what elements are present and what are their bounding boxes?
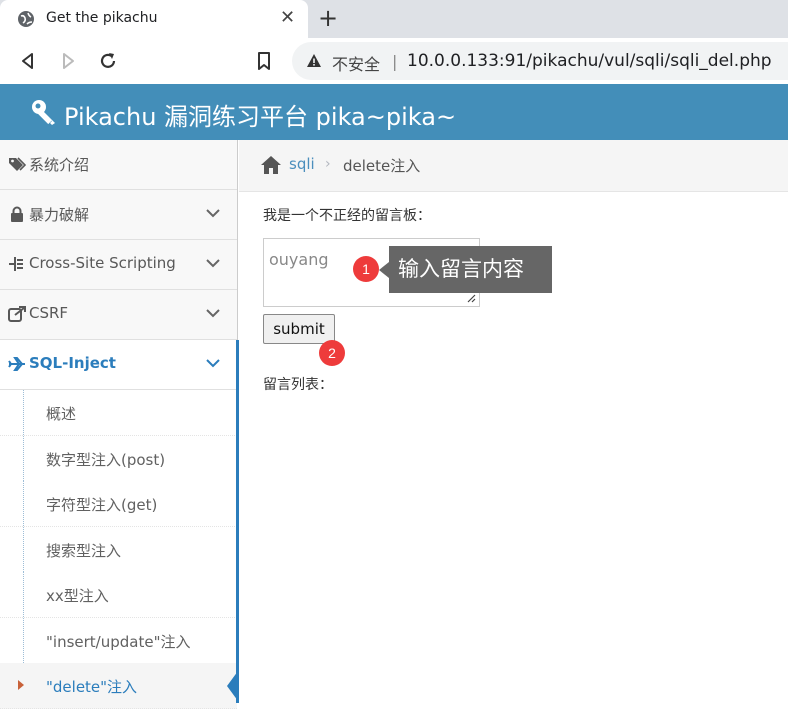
submenu-item-xx[interactable]: xx型注入	[0, 572, 237, 618]
tags-icon	[9, 157, 26, 171]
tab-title: Get the pikachu	[46, 10, 158, 26]
site-title[interactable]: Pikachu 漏洞练习平台 pika~pika~	[64, 97, 456, 132]
tree-line	[23, 436, 24, 481]
caret-right-icon	[18, 680, 24, 690]
sidebar-item-intro[interactable]: 系统介绍	[0, 140, 237, 190]
browser-tab[interactable]: Get the pikachu ✕	[0, 0, 308, 38]
bookmark-icon[interactable]	[253, 50, 275, 72]
step-badge-1: 1	[353, 256, 379, 282]
submenu-item-numeric-post[interactable]: 数字型注入(post)	[0, 436, 237, 482]
url-text[interactable]: 10.0.0.133:91/pikachu/vul/sqli/sqli_del.…	[407, 51, 772, 71]
submenu-item-search[interactable]: 搜索型注入	[0, 527, 237, 573]
submenu-rail	[236, 340, 239, 703]
sidebar-item-sqli[interactable]: SQL-Inject	[0, 340, 237, 390]
sidebar-item-label: SQL-Inject	[29, 354, 116, 372]
sidebar-item-csrf[interactable]: CSRF	[0, 290, 237, 340]
sidebar: 系统介绍 暴力破解 Cross-Site Scripting CSRF SQL-…	[0, 140, 239, 709]
submenu-item-overview[interactable]: 概述	[0, 390, 237, 436]
browser-tabstrip: Get the pikachu ✕ +	[0, 0, 788, 38]
tree-line	[23, 572, 24, 617]
key-icon	[32, 100, 55, 125]
plane-icon	[8, 357, 25, 371]
message-list-label: 留言列表：	[263, 377, 333, 393]
submenu-item-label: 搜索型注入	[46, 542, 122, 560]
sidebar-item-label: 暴力破解	[29, 206, 90, 224]
sitemap-icon	[9, 257, 23, 271]
submenu-item-label: xx型注入	[46, 587, 109, 605]
resize-grip-icon[interactable]	[466, 293, 476, 303]
message-textarea-value: ouyang	[269, 250, 329, 269]
sidebar-item-label: CSRF	[29, 304, 69, 322]
chevron-down-icon	[206, 209, 220, 218]
omnibox-separator: |	[392, 52, 398, 71]
home-icon	[261, 156, 281, 174]
sidebar-item-xss[interactable]: Cross-Site Scripting	[0, 240, 237, 290]
breadcrumb-current: delete注入	[343, 157, 421, 175]
sidebar-item-label: Cross-Site Scripting	[29, 254, 176, 272]
tree-line	[23, 390, 24, 435]
forward-icon[interactable]	[57, 50, 79, 72]
submenu-item-insert-update[interactable]: "insert/update"注入	[0, 618, 237, 664]
breadcrumb: sqli › delete注入	[239, 140, 788, 192]
address-bar[interactable]: 不安全 | 10.0.0.133:91/pikachu/vul/sqli/sql…	[292, 42, 788, 80]
sidebar-item-label: 系统介绍	[29, 156, 90, 174]
breadcrumb-link-sqli[interactable]: sqli	[289, 155, 315, 173]
close-tab-icon[interactable]: ✕	[280, 8, 295, 28]
globe-icon	[18, 11, 34, 27]
submenu-item-label: 概述	[46, 405, 77, 423]
chevron-down-icon	[206, 259, 220, 268]
tree-line	[23, 618, 24, 663]
breadcrumb-separator: ›	[325, 156, 331, 172]
chevron-down-icon	[206, 359, 220, 368]
callout-arrow	[379, 262, 389, 278]
new-tab-icon[interactable]: +	[318, 5, 338, 31]
submit-button[interactable]: submit	[263, 314, 335, 344]
submenu-item-label: "delete"注入	[46, 678, 138, 696]
insecure-label: 不安全	[332, 55, 381, 74]
reload-icon[interactable]	[97, 50, 119, 72]
back-icon[interactable]	[17, 50, 39, 72]
submenu-item-label: "insert/update"注入	[46, 633, 191, 651]
submenu-item-string-get[interactable]: 字符型注入(get)	[0, 481, 237, 527]
tree-line	[23, 527, 24, 572]
share-icon	[8, 306, 26, 322]
step-badge-2: 2	[319, 340, 345, 366]
lock-icon	[11, 206, 23, 222]
submenu-item-label: 数字型注入(post)	[46, 451, 166, 469]
tree-line	[23, 481, 24, 526]
submenu-item-label: 字符型注入(get)	[46, 496, 158, 514]
callout-tooltip: 输入留言内容	[389, 246, 552, 293]
chevron-down-icon	[206, 309, 220, 318]
site-header: Pikachu 漏洞练习平台 pika~pika~	[0, 84, 788, 140]
browser-toolbar: 不安全 | 10.0.0.133:91/pikachu/vul/sqli/sql…	[0, 38, 788, 84]
sidebar-item-bruteforce[interactable]: 暴力破解	[0, 190, 237, 240]
warning-icon[interactable]	[306, 53, 322, 69]
message-board-label: 我是一个不正经的留言板：	[263, 208, 431, 224]
submenu-item-delete[interactable]: "delete"注入	[0, 663, 238, 709]
